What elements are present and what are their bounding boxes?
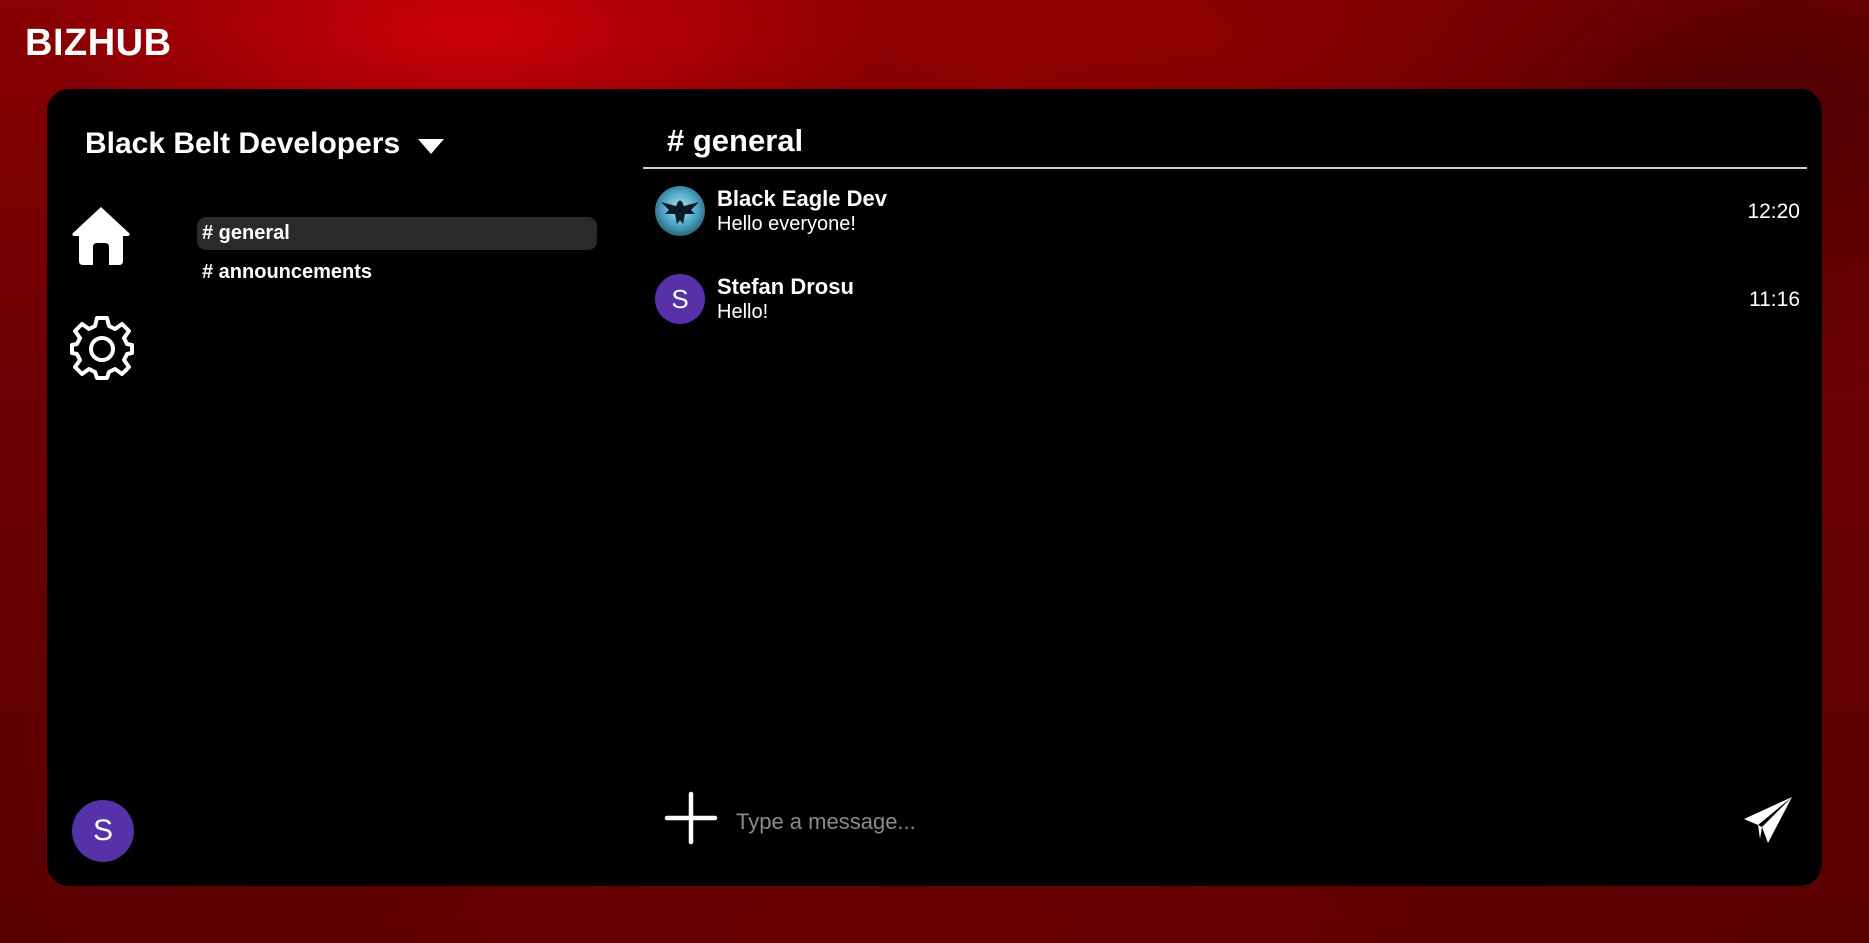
stefan-avatar[interactable]: S [655,274,705,324]
message-list: Black Eagle Dev Hello everyone! 12:20 S … [655,186,1800,362]
gear-icon[interactable] [69,315,135,386]
channel-title: # general [667,123,804,158]
eagle-avatar[interactable] [655,186,705,236]
chat-header: # general [643,123,1807,169]
chevron-down-icon [418,138,445,154]
channel-announcements[interactable]: # announcements [197,256,597,289]
message-item: S Stefan Drosu Hello! 11:16 [655,274,1800,362]
main-panel: Black Belt Developers S # general # anno… [47,89,1822,886]
server-selector[interactable]: Black Belt Developers [85,127,445,161]
channel-general[interactable]: # general [197,217,597,250]
user-avatar[interactable]: S [72,800,134,862]
plus-icon[interactable] [664,791,718,850]
message-time: 12:20 [1747,200,1800,223]
app-logo: BIZHUB [25,22,172,64]
message-item: Black Eagle Dev Hello everyone! 12:20 [655,186,1800,274]
message-author: Stefan Drosu [717,274,854,299]
message-composer [664,791,1794,853]
server-name: Black Belt Developers [85,127,401,160]
message-text: Hello! [717,301,769,323]
message-text: Hello everyone! [717,213,856,235]
home-icon[interactable] [69,203,133,272]
message-time: 11:16 [1749,288,1800,311]
message-author: Black Eagle Dev [717,186,887,211]
message-input[interactable] [736,803,1696,841]
send-icon[interactable] [1742,795,1794,852]
channel-list: # general # announcements [197,217,597,295]
